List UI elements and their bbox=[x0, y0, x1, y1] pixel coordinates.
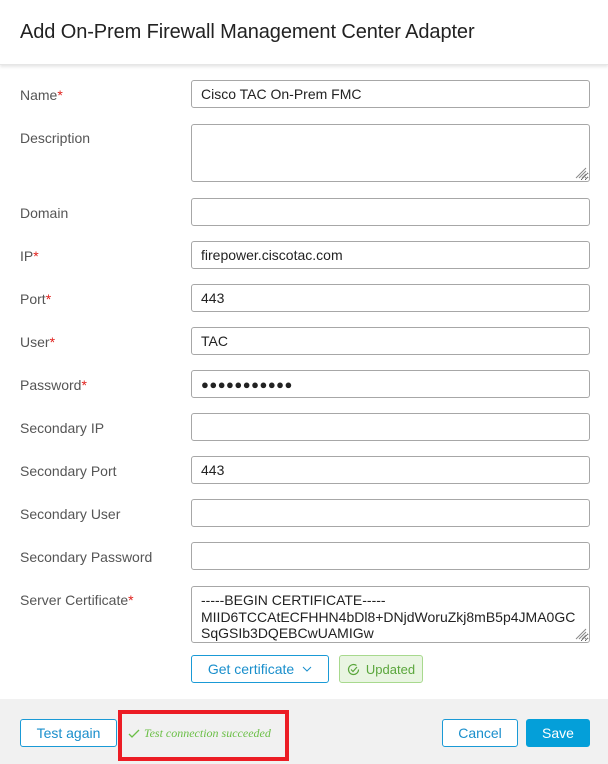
test-again-button[interactable]: Test again bbox=[20, 719, 117, 747]
user-label-text: User bbox=[20, 334, 50, 350]
dialog-title: Add On-Prem Firewall Management Center A… bbox=[20, 21, 475, 43]
cancel-label: Cancel bbox=[458, 725, 502, 741]
secondary-user-input[interactable] bbox=[191, 499, 590, 527]
server-certificate-textarea[interactable]: -----BEGIN CERTIFICATE----- MIID6TCCAtEC… bbox=[191, 586, 590, 643]
save-label: Save bbox=[542, 725, 574, 741]
password-input[interactable] bbox=[191, 370, 590, 398]
description-textarea[interactable] bbox=[191, 124, 590, 182]
cancel-button[interactable]: Cancel bbox=[442, 719, 518, 747]
description-label: Description bbox=[20, 130, 91, 146]
port-input[interactable] bbox=[191, 284, 590, 312]
name-label: Name* bbox=[20, 87, 63, 103]
user-label: User* bbox=[20, 334, 55, 350]
required-marker: * bbox=[33, 248, 39, 264]
port-label-text: Port bbox=[20, 291, 46, 307]
get-certificate-label: Get certificate bbox=[207, 661, 295, 677]
test-status-text: Test connection succeeded bbox=[144, 726, 271, 740]
chevron-down-icon bbox=[302, 666, 312, 672]
secondary-password-label: Secondary Password bbox=[20, 549, 153, 565]
secondary-port-label: Secondary Port bbox=[20, 463, 117, 479]
ip-input[interactable] bbox=[191, 241, 590, 269]
ip-label: IP* bbox=[20, 248, 39, 264]
secondary-user-label: Secondary User bbox=[20, 506, 121, 522]
get-certificate-button[interactable]: Get certificate bbox=[191, 655, 329, 683]
password-label: Password* bbox=[20, 377, 87, 393]
certificate-updated-label: Updated bbox=[365, 661, 416, 677]
required-marker: * bbox=[45, 291, 52, 307]
user-input[interactable] bbox=[191, 327, 590, 355]
name-label-text: Name bbox=[20, 87, 58, 103]
ip-label-text: IP bbox=[20, 248, 34, 264]
test-status: Test connection succeeded bbox=[128, 726, 271, 741]
server-certificate-label-text: Server Certificate bbox=[20, 592, 129, 608]
add-fmc-adapter-dialog: Add On-Prem Firewall Management Center A… bbox=[0, 0, 608, 764]
required-marker: * bbox=[81, 377, 87, 393]
port-label: Port* bbox=[20, 291, 51, 307]
test-again-label: Test again bbox=[36, 725, 101, 741]
check-circle-icon bbox=[347, 663, 360, 675]
required-marker: * bbox=[128, 592, 134, 608]
domain-input[interactable] bbox=[191, 198, 590, 226]
save-button[interactable]: Save bbox=[526, 719, 590, 747]
checkmark-icon bbox=[128, 729, 140, 738]
certificate-updated-badge: Updated bbox=[339, 655, 423, 683]
server-certificate-label: Server Certificate* bbox=[20, 592, 134, 608]
domain-label: Domain bbox=[20, 205, 69, 221]
secondary-ip-label: Secondary IP bbox=[20, 420, 105, 436]
secondary-ip-input[interactable] bbox=[191, 413, 590, 441]
name-input[interactable] bbox=[191, 80, 590, 108]
dialog-header: Add On-Prem Firewall Management Center A… bbox=[0, 0, 608, 65]
password-label-text: Password bbox=[20, 377, 82, 393]
required-marker: * bbox=[49, 334, 56, 350]
required-marker: * bbox=[57, 87, 63, 103]
secondary-password-input[interactable] bbox=[191, 542, 590, 570]
test-status-highlight: Test connection succeeded bbox=[118, 710, 289, 761]
secondary-port-input[interactable] bbox=[191, 456, 590, 484]
